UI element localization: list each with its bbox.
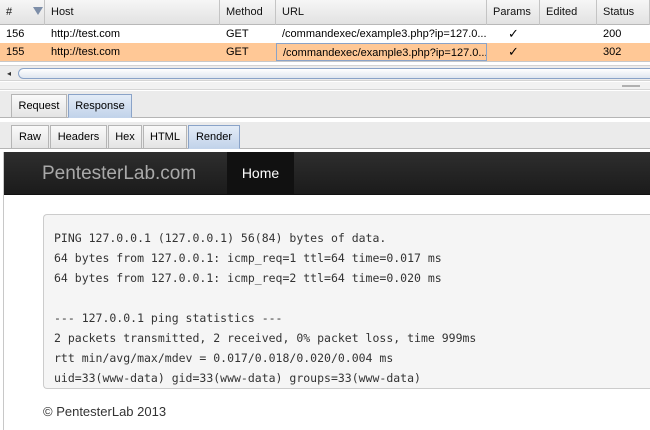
cell-status: 302: [603, 46, 622, 58]
sort-descending-icon: [33, 7, 43, 15]
table-header: # Host Method URL Params Edited Status: [0, 0, 650, 25]
params-check-icon: ✓: [508, 26, 519, 41]
column-header-host[interactable]: Host: [45, 0, 220, 25]
cell-edited: [540, 43, 597, 61]
site-brand[interactable]: PentesterLab.com: [42, 152, 196, 195]
cell-method: GET: [226, 46, 249, 58]
tab-headers[interactable]: Headers: [50, 125, 107, 149]
pane-splitter[interactable]: [0, 82, 650, 90]
site-footer: © PentesterLab 2013: [43, 404, 167, 419]
output-line: uid=33(www-data) gid=33(www-data) groups…: [54, 371, 421, 385]
tab-raw[interactable]: Raw: [11, 125, 49, 149]
output-line: 2 packets transmitted, 2 received, 0% pa…: [54, 331, 477, 345]
scroll-left-arrow-icon[interactable]: ◂: [2, 68, 16, 79]
output-line: --- 127.0.0.1 ping statistics ---: [54, 311, 283, 325]
scrollbar-thumb[interactable]: [18, 68, 650, 79]
cell-url: /commandexec/example3.php?ip=127.0...: [282, 28, 487, 40]
cell-url: /commandexec/example3.php?ip=127.0...: [276, 43, 487, 61]
splitter-grip-icon[interactable]: [622, 85, 640, 87]
params-check-icon: ✓: [508, 44, 519, 59]
output-line: 64 bytes from 127.0.0.1: icmp_req=2 ttl=…: [54, 271, 442, 285]
view-tabbar: Raw Headers Hex HTML Render: [0, 122, 650, 149]
horizontal-scrollbar[interactable]: ◂: [0, 65, 650, 81]
output-line: rtt min/avg/max/mdev = 0.017/0.018/0.020…: [54, 351, 394, 365]
column-header-number[interactable]: #: [0, 0, 45, 25]
tab-render[interactable]: Render: [188, 125, 240, 149]
table-row-selected[interactable]: 155 http://test.com GET /commandexec/exa…: [0, 43, 650, 61]
command-output: PING 127.0.0.1 (127.0.0.1) 56(84) bytes …: [43, 214, 650, 389]
cell-host: http://test.com: [51, 46, 121, 58]
site-navbar: PentesterLab.com Home: [4, 152, 650, 195]
tab-hex[interactable]: Hex: [108, 125, 142, 149]
cell-status: 200: [603, 28, 622, 40]
cell-number: 155: [6, 46, 25, 58]
output-line: PING 127.0.0.1 (127.0.0.1) 56(84) bytes …: [54, 231, 387, 245]
tab-response[interactable]: Response: [68, 94, 132, 118]
proxy-history-table: # Host Method URL Params Edited Status 1…: [0, 0, 650, 62]
cell-method: GET: [226, 28, 249, 40]
cell-number: 156: [6, 28, 25, 40]
render-view: PentesterLab.com Home PING 127.0.0.1 (12…: [3, 152, 650, 430]
cell-edited: [540, 25, 597, 43]
column-header-status[interactable]: Status: [597, 0, 650, 25]
output-line: 64 bytes from 127.0.0.1: icmp_req=1 ttl=…: [54, 251, 442, 265]
column-header-params[interactable]: Params: [487, 0, 540, 25]
column-header-edited[interactable]: Edited: [540, 0, 597, 25]
tab-request[interactable]: Request: [11, 94, 67, 118]
tab-html[interactable]: HTML: [143, 125, 187, 149]
nav-home-link[interactable]: Home: [227, 152, 294, 195]
table-row[interactable]: 156 http://test.com GET /commandexec/exa…: [0, 25, 650, 43]
message-tabbar: Request Response: [0, 91, 650, 118]
column-header-method[interactable]: Method: [220, 0, 276, 25]
column-header-url[interactable]: URL: [276, 0, 487, 25]
cell-host: http://test.com: [51, 28, 121, 40]
